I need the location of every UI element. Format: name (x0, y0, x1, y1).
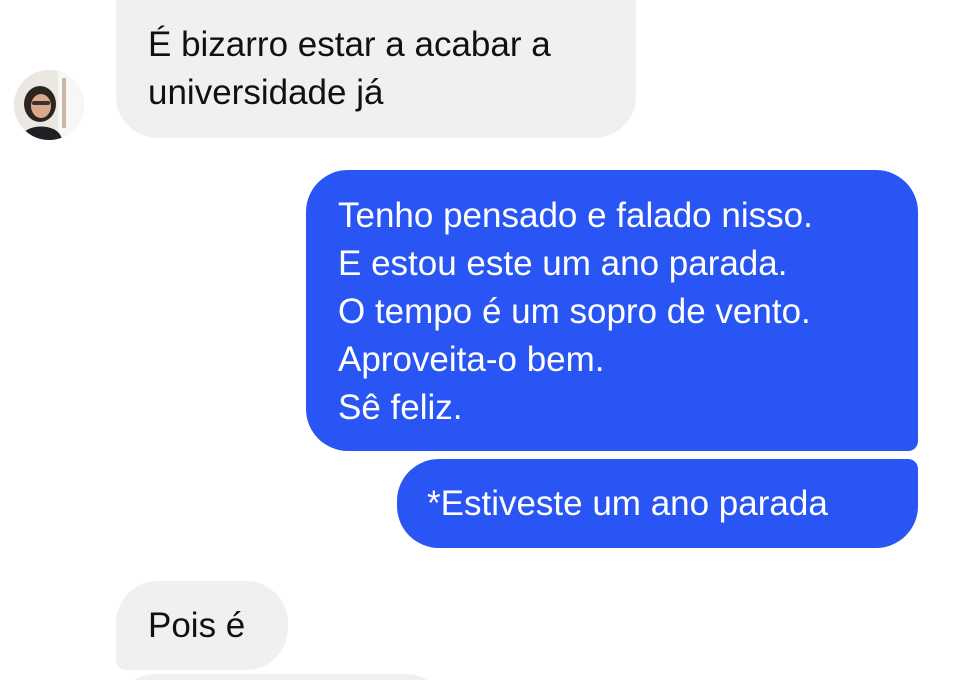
chat-thread: É bizarro estar a acabar a universidade … (0, 0, 960, 680)
outgoing-message-bubble[interactable]: Tenho pensado e falado nisso. E estou es… (306, 170, 918, 451)
incoming-message-bubble[interactable]: É bizarro estar a acabar a universidade … (116, 0, 636, 138)
outgoing-message-bubble[interactable]: *Estiveste um ano parada (397, 459, 918, 548)
avatar-photo-icon (14, 70, 84, 140)
incoming-message-bubble[interactable]: Pois é (116, 581, 288, 670)
contact-avatar[interactable] (14, 70, 84, 140)
incoming-message-bubble-partial[interactable] (116, 674, 446, 680)
